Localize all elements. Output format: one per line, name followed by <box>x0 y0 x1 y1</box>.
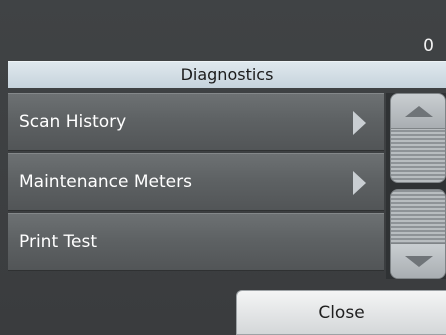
diagnostics-screen: 0 Diagnostics Scan History Maintenance M… <box>0 0 446 335</box>
chevron-right-icon <box>353 171 366 195</box>
scroll-down-face <box>391 243 445 278</box>
menu-item-label: Scan History <box>19 112 127 132</box>
menu-item-scan-history[interactable]: Scan History <box>8 93 384 151</box>
page-counter: 0 <box>423 36 434 56</box>
diagnostics-menu: Scan History Maintenance Meters Print Te… <box>8 93 384 273</box>
scroll-up-face <box>391 94 445 129</box>
arrow-up-icon <box>405 106 433 117</box>
menu-item-print-test[interactable]: Print Test <box>8 213 384 271</box>
scroll-up-button[interactable] <box>390 93 446 183</box>
menu-item-maintenance-meters[interactable]: Maintenance Meters <box>8 153 384 211</box>
arrow-down-icon <box>405 256 433 267</box>
scrollbar <box>386 93 446 279</box>
chevron-right-icon <box>353 111 366 135</box>
menu-item-label: Maintenance Meters <box>19 172 192 192</box>
page-title: Diagnostics <box>180 65 274 84</box>
close-button[interactable]: Close <box>236 290 446 335</box>
menu-item-label: Print Test <box>19 232 97 252</box>
page-title-bar: Diagnostics <box>8 61 446 88</box>
scroll-down-button[interactable] <box>390 189 446 279</box>
